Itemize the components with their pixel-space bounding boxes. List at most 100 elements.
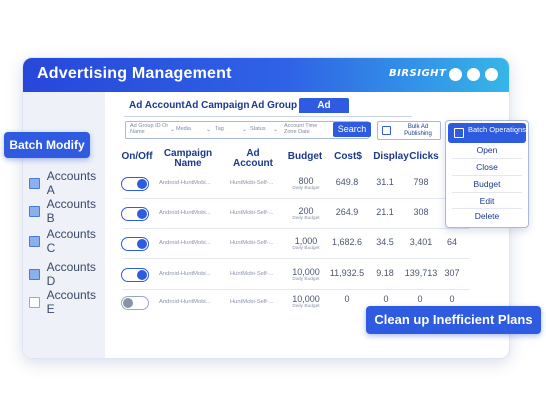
budget-cell: 10,000 Daily Budget <box>289 267 323 282</box>
budget-cell: 800 Daily Budget <box>291 176 321 191</box>
budget-value: 800 <box>298 176 314 186</box>
tab-divider <box>124 116 412 117</box>
on-off-toggle[interactable] <box>121 296 149 310</box>
chevron-down-icon: ⌄ <box>242 127 248 133</box>
display-value: 34.5 <box>376 237 394 247</box>
budget-cell: 1,000 Daily Budget <box>291 236 321 251</box>
brand-logo: BIRSIGHT <box>389 68 447 79</box>
window-control-dot[interactable] <box>485 68 498 81</box>
account-label: Accounts A <box>46 169 97 197</box>
toggle-knob <box>137 270 147 280</box>
checkbox[interactable] <box>29 177 40 189</box>
cost-value: 1,682.6 <box>331 237 363 247</box>
on-off-toggle[interactable] <box>121 207 149 221</box>
op-open[interactable]: Open <box>446 145 528 155</box>
row-divider <box>123 289 469 290</box>
display-value: 0 <box>383 294 389 304</box>
window-control-dot[interactable] <box>467 68 480 81</box>
col-campaign: Campaign Name <box>163 148 213 169</box>
account-label: Accounts C <box>46 227 96 255</box>
col-onoff: On/Off <box>121 151 153 162</box>
toggle-knob <box>123 298 133 308</box>
budget-sub: Daily Budget <box>292 186 320 191</box>
status-filter[interactable]: Status <box>250 126 266 132</box>
account-label: Accounts D <box>46 260 96 288</box>
time-filter[interactable]: Account Time Zone Date <box>284 123 330 135</box>
cost-value: 11,932.5 <box>329 268 365 278</box>
checkbox[interactable] <box>29 235 40 247</box>
op-delete[interactable]: Delete <box>446 211 528 221</box>
campaign-name: Android-HuntMobi... <box>159 240 211 246</box>
budget-cell: 200 Daily Budget <box>291 206 321 221</box>
budget-value: 200 <box>298 206 314 216</box>
on-off-toggle[interactable] <box>121 177 149 191</box>
chevron-down-icon: ⌄ <box>170 127 176 133</box>
tab-ad[interactable]: Ad <box>299 98 349 113</box>
budget-sub: Daily Budget <box>292 246 320 251</box>
clicks-value: 0 <box>417 294 423 304</box>
budget-cell: 10,000 Daily Budget <box>289 294 323 309</box>
campaign-name: Android-HuntMobi... <box>159 271 211 277</box>
campaign-name: Android-HuntMobi... <box>159 210 211 216</box>
col-cost: Cost$ <box>334 151 362 162</box>
clicks-value: 798 <box>413 177 429 187</box>
clicks-value: 308 <box>413 207 429 217</box>
tab-ad-group[interactable]: Ad Group <box>251 100 297 111</box>
batch-modify-button[interactable]: Batch Modify <box>4 132 90 158</box>
budget-sub: Daily Budget <box>292 277 320 282</box>
ad-group-filter[interactable]: Ad Group ID Or Name <box>130 123 170 135</box>
campaign-name: Android-HuntMobi... <box>159 299 211 305</box>
account-item-b[interactable]: Accounts B <box>29 197 105 225</box>
toggle-knob <box>137 209 147 219</box>
checkbox[interactable] <box>29 268 40 280</box>
batch-operations-button[interactable]: Batch Operations ⌄ <box>448 123 526 143</box>
budget-sub: Daily Budget <box>292 216 320 221</box>
op-budget[interactable]: Budget <box>446 179 528 189</box>
extra-value: 64 <box>446 237 457 247</box>
display-value: 9.18 <box>376 268 394 278</box>
ad-account-name: HuntMobi-Self-... <box>230 180 274 186</box>
checkbox[interactable] <box>29 296 40 308</box>
title-bar: Advertising Management BIRSIGHT <box>23 58 509 92</box>
media-filter[interactable]: Media <box>176 126 191 132</box>
col-display: Display <box>373 151 409 162</box>
on-off-toggle[interactable] <box>121 268 149 282</box>
ad-account-name: HuntMobi-Self-... <box>230 240 274 246</box>
account-item-c[interactable]: Accounts C <box>29 227 105 255</box>
op-close[interactable]: Close <box>446 162 528 172</box>
bulk-ad-publishing-button[interactable]: Bulk Ad Publishing <box>377 121 441 140</box>
tag-filter[interactable]: Tag <box>215 126 224 132</box>
col-clicks: Clicks <box>409 151 439 162</box>
on-off-toggle[interactable] <box>121 237 149 251</box>
display-value: 21.1 <box>376 207 394 217</box>
tab-ad-campaign[interactable]: Ad Campaign <box>185 100 249 111</box>
budget-sub: Daily Budget <box>292 304 320 309</box>
ad-account-name: HuntMobi-Self-... <box>230 210 274 216</box>
account-item-a[interactable]: Accounts A <box>29 169 105 197</box>
window-control-dot[interactable] <box>449 68 462 81</box>
toggle-knob <box>137 179 147 189</box>
ad-account-name: HuntMobi-Self-... <box>230 271 274 277</box>
clicks-value: 139,713 <box>404 268 438 278</box>
edit-icon <box>454 128 464 138</box>
account-label: Accounts B <box>46 197 97 225</box>
menu-divider <box>452 175 522 176</box>
account-item-d[interactable]: Accounts D <box>29 260 105 288</box>
tab-ad-account[interactable]: Ad Account <box>129 100 185 111</box>
chevron-down-icon: ⌄ <box>206 127 212 133</box>
display-value: 31.1 <box>376 177 394 187</box>
extra-value: 0 <box>449 294 455 304</box>
bulk-label: Bulk Ad Publishing <box>404 124 432 137</box>
clicks-value: 3,401 <box>409 237 433 247</box>
col-ad-account: Ad Account <box>233 148 273 169</box>
chevron-down-icon: ⌄ <box>514 129 520 136</box>
clean-up-button[interactable]: Clean up Inefficient Plans <box>366 306 541 334</box>
account-item-e[interactable]: Accounts E <box>29 288 105 316</box>
ad-account-name: HuntMobi-Self-... <box>230 299 274 305</box>
op-edit[interactable]: Edit <box>446 196 528 206</box>
menu-divider <box>452 208 522 209</box>
checkbox[interactable] <box>29 205 40 217</box>
toggle-knob <box>137 239 147 249</box>
search-button[interactable]: Search <box>333 122 371 137</box>
cost-value: 0 <box>344 294 350 304</box>
